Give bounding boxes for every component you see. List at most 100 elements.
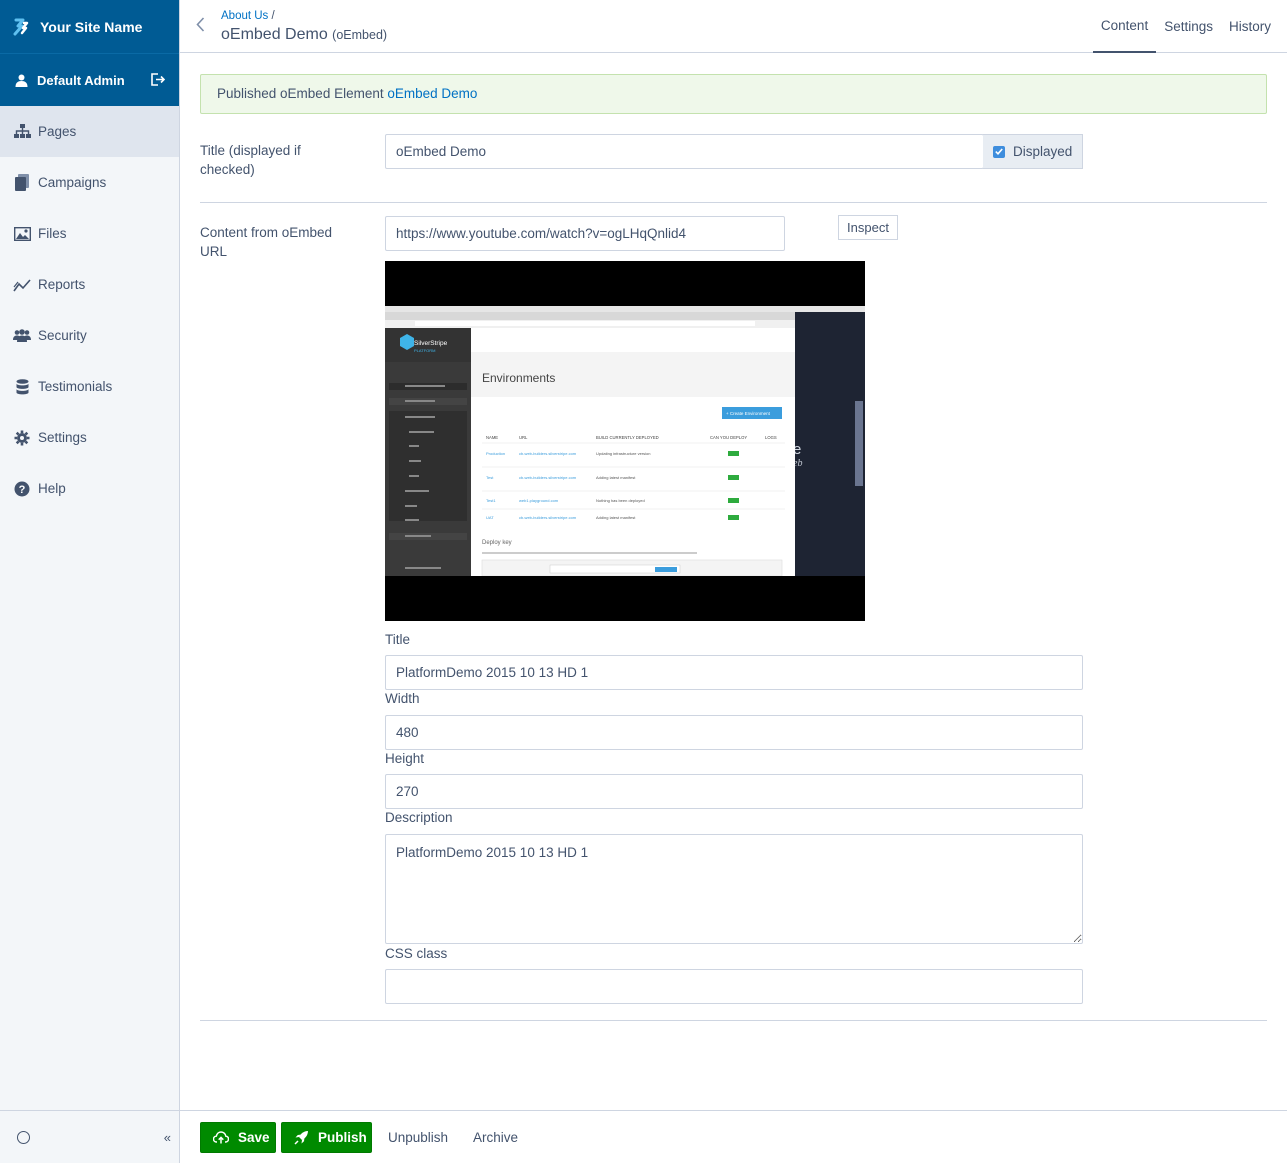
- css-class-label: CSS class: [385, 946, 448, 961]
- chart-line-icon: [13, 276, 31, 294]
- menu-item-security[interactable]: Security: [0, 310, 179, 361]
- page-type-label: (oEmbed): [332, 28, 388, 42]
- video-heading: Environments: [482, 371, 555, 385]
- video-app-sub: PLATFORM: [414, 348, 435, 353]
- menu-item-files[interactable]: Files: [0, 208, 179, 259]
- video-row-url: web1.playground.com: [519, 498, 559, 503]
- sidebar: Your Site Name Default Admin Pages Campa…: [0, 0, 180, 1163]
- displayed-checkbox[interactable]: [993, 145, 1005, 158]
- video-row-url: cb-web-builders.silverstripe.com: [519, 451, 577, 456]
- cloud-upload-icon: [213, 1131, 229, 1144]
- menu-label: Campaigns: [38, 175, 107, 190]
- description-label: Description: [385, 810, 453, 825]
- height-input[interactable]: 270: [385, 774, 1083, 809]
- menu-label: Pages: [38, 124, 77, 139]
- displayed-label: Displayed: [1013, 144, 1073, 159]
- video-embed[interactable]: e eb SilverStripe PLATFORM Environments …: [385, 261, 865, 621]
- menu-label: Testimonials: [38, 379, 113, 394]
- menu-item-testimonials[interactable]: Testimonials: [0, 361, 179, 412]
- rocket-icon: [294, 1130, 309, 1145]
- menu-item-settings[interactable]: Settings: [0, 412, 179, 463]
- menu-label: Help: [38, 481, 66, 496]
- page-header: About Us / oEmbed Demo (oEmbed) Content …: [180, 0, 1287, 53]
- breadcrumb-link-about-us[interactable]: About Us: [221, 10, 268, 22]
- description-textarea[interactable]: PlatformDemo 2015 10 13 HD 1: [385, 834, 1083, 944]
- page-title: oEmbed Demo (oEmbed): [221, 26, 387, 44]
- main-menu: Pages Campaigns Files Reports Security T…: [0, 106, 179, 514]
- user-icon: [15, 74, 28, 87]
- video-row-url: cb-web-builders.silverstripe.com: [519, 475, 577, 480]
- database-icon: [13, 378, 31, 396]
- video-col-build: BUILD CURRENTLY DEPLOYED: [596, 435, 659, 440]
- publish-label: Publish: [318, 1130, 367, 1145]
- oembed-url-input[interactable]: https://www.youtube.com/watch?v=ogLHqQnl…: [385, 216, 785, 251]
- video-app-name: SilverStripe: [414, 340, 448, 347]
- save-label: Save: [238, 1130, 270, 1145]
- tab-settings[interactable]: Settings: [1156, 0, 1221, 53]
- brand[interactable]: Your Site Name: [0, 0, 179, 53]
- video-col-url: URL: [519, 435, 528, 440]
- video-row-build: Adding latest manifest: [596, 515, 636, 520]
- menu-label: Security: [38, 328, 87, 343]
- height-label: Height: [385, 751, 425, 766]
- menu-label: Files: [38, 226, 67, 241]
- url-field-label: Content from oEmbed URL: [200, 225, 333, 259]
- tab-history[interactable]: History: [1221, 0, 1279, 53]
- title-field-label: Title (displayed if checked): [200, 143, 301, 177]
- tab-content[interactable]: Content: [1092, 0, 1157, 53]
- sitemap-icon: [13, 123, 31, 141]
- success-message-text: Published oEmbed Element: [217, 86, 384, 101]
- video-col-logs: LOGS: [765, 435, 777, 440]
- unpublish-button[interactable]: Unpublish: [388, 1130, 448, 1145]
- video-row-url: cb-web-builders.silverstripe.com: [519, 515, 577, 520]
- embed-title-input[interactable]: PlatformDemo 2015 10 13 HD 1: [385, 655, 1083, 690]
- divider: [200, 202, 1267, 203]
- publish-button[interactable]: Publish: [281, 1122, 372, 1153]
- breadcrumb: About Us /: [221, 10, 275, 22]
- divider: [200, 1020, 1267, 1021]
- logout-icon[interactable]: [150, 72, 165, 87]
- video-row-build: Updating infrastructure version: [596, 451, 650, 456]
- sidebar-footer: «: [0, 1110, 180, 1163]
- help-icon: ?: [13, 480, 31, 498]
- menu-item-reports[interactable]: Reports: [0, 259, 179, 310]
- inspect-button[interactable]: Inspect: [838, 215, 898, 240]
- gear-icon: [13, 429, 31, 447]
- action-bar: Save Publish Unpublish Archive: [180, 1110, 1287, 1163]
- menu-item-campaigns[interactable]: Campaigns: [0, 157, 179, 208]
- success-message: Published oEmbed Element oEmbed Demo: [200, 74, 1267, 114]
- width-input[interactable]: 480: [385, 715, 1083, 750]
- video-row-name: Test: [486, 475, 494, 480]
- users-icon: [13, 327, 31, 345]
- css-class-input[interactable]: [385, 969, 1083, 1004]
- silverstripe-logo-icon: [9, 16, 31, 38]
- menu-item-help[interactable]: ? Help: [0, 463, 179, 514]
- video-row-name: Test1: [486, 498, 496, 503]
- breadcrumb-separator: /: [271, 10, 275, 22]
- save-button[interactable]: Save: [200, 1122, 276, 1153]
- user-bar[interactable]: Default Admin: [0, 53, 179, 106]
- tab-bar: Content Settings History: [1092, 0, 1287, 53]
- user-name: Default Admin: [37, 72, 125, 88]
- status-circle-icon[interactable]: [17, 1130, 30, 1144]
- video-deploy-key: Deploy key: [482, 540, 512, 546]
- video-row-build: Adding latest manifest: [596, 475, 636, 480]
- success-message-link[interactable]: oEmbed Demo: [387, 86, 477, 101]
- menu-item-pages[interactable]: Pages: [0, 106, 179, 157]
- title-input[interactable]: oEmbed Demo: [385, 134, 984, 169]
- width-label: Width: [385, 691, 420, 706]
- video-row-name: UAT: [486, 515, 494, 520]
- embed-title-label: Title: [385, 632, 411, 647]
- video-frame-screenshot: e eb SilverStripe PLATFORM Environments …: [385, 261, 865, 621]
- archive-button[interactable]: Archive: [473, 1130, 518, 1145]
- video-row-build: Nothing has been deployed: [596, 498, 645, 503]
- image-icon: [13, 225, 31, 243]
- campaign-icon: [13, 174, 31, 192]
- menu-label: Reports: [38, 277, 86, 292]
- displayed-checkbox-group[interactable]: Displayed: [983, 134, 1083, 169]
- video-col-name: NAME: [486, 435, 498, 440]
- back-chevron-icon[interactable]: [196, 17, 205, 32]
- edit-form: Published oEmbed Element oEmbed Demo Tit…: [180, 53, 1287, 1110]
- collapse-sidebar-button[interactable]: «: [164, 1130, 171, 1145]
- video-col-deploy: CAN YOU DEPLOY: [710, 435, 747, 440]
